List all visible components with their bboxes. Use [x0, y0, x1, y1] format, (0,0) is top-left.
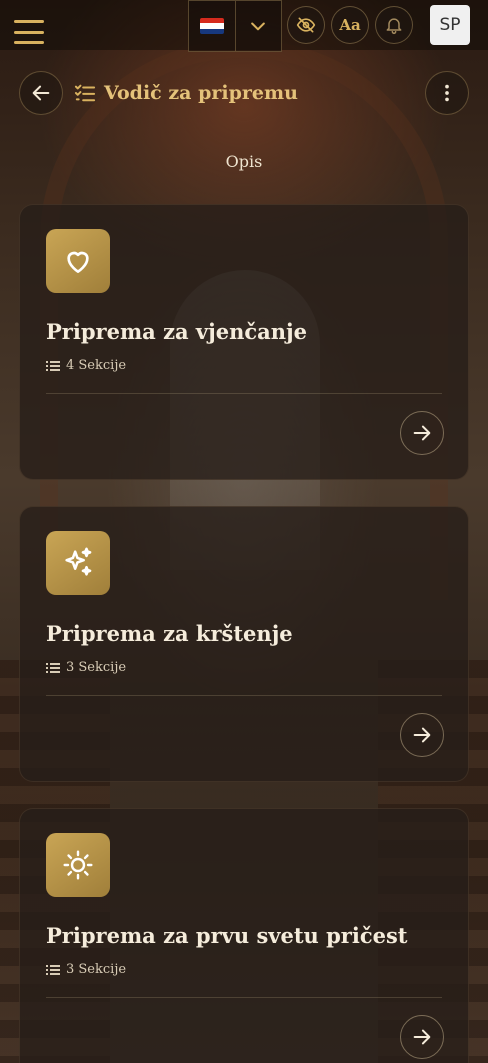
more-vertical-icon — [445, 84, 449, 102]
divider — [46, 695, 442, 696]
language-dropdown-toggle[interactable] — [236, 1, 282, 51]
font-size-label: Aa — [339, 16, 361, 34]
guide-card-open-button[interactable] — [400, 713, 444, 757]
sun-icon — [63, 850, 93, 880]
list-icon — [46, 964, 60, 975]
bell-icon — [386, 18, 402, 35]
guide-card-section-count: 3 Sekcije — [66, 962, 127, 977]
guide-card-title: Priprema za prvu svetu pričest — [46, 923, 408, 948]
more-options-button[interactable] — [425, 71, 469, 115]
arrow-right-icon — [413, 425, 431, 441]
heart-icon — [67, 251, 89, 273]
guide-card-open-button[interactable] — [400, 1015, 444, 1059]
chevron-down-icon — [251, 22, 266, 31]
croatia-flag-icon — [199, 18, 224, 34]
guide-card-meta: 4 Sekcije — [46, 358, 126, 373]
divider — [46, 393, 442, 394]
guide-card-title: Priprema za vjenčanje — [46, 319, 307, 344]
checklist-icon — [74, 84, 96, 102]
guide-card-wedding[interactable]: Priprema za vjenčanje 4 Sekcije — [19, 204, 469, 480]
avatar[interactable]: SP — [430, 5, 470, 45]
guide-card-meta: 3 Sekcije — [46, 660, 126, 675]
page-title: Vodič za pripremu — [104, 82, 298, 104]
guide-card-section-count: 4 Sekcije — [66, 358, 127, 373]
page-title-group: Vodič za pripremu — [74, 80, 298, 106]
visibility-toggle-button[interactable] — [287, 6, 325, 44]
guide-card-baptism[interactable]: Priprema za krštenje 3 Sekcije — [19, 506, 469, 782]
guide-card-icon-tile — [46, 833, 110, 897]
hamburger-icon[interactable] — [14, 20, 44, 44]
font-size-button[interactable]: Aa — [331, 6, 369, 44]
language-flag[interactable] — [189, 1, 236, 51]
sparkles-icon — [65, 547, 92, 576]
guide-card-section-count: 3 Sekcije — [66, 660, 127, 675]
language-selector[interactable] — [188, 0, 282, 52]
list-icon — [46, 360, 60, 371]
guide-card-icon-tile — [46, 229, 110, 293]
list-icon — [46, 662, 60, 673]
eye-off-icon — [296, 17, 316, 33]
arrow-left-icon — [32, 85, 50, 101]
guide-card-meta: 3 Sekcije — [46, 962, 126, 977]
divider — [46, 997, 442, 998]
guide-card-icon-tile — [46, 531, 110, 595]
page-subtitle: Opis — [225, 152, 263, 171]
guide-card-first-communion[interactable]: Priprema za prvu svetu pričest 3 Sekcije — [19, 808, 469, 1063]
top-bar: Aa SP — [0, 0, 488, 52]
back-button[interactable] — [19, 71, 63, 115]
notifications-button[interactable] — [375, 6, 413, 44]
guide-card-title: Priprema za krštenje — [46, 621, 293, 646]
guide-card-open-button[interactable] — [400, 411, 444, 455]
arrow-right-icon — [413, 1029, 431, 1045]
arrow-right-icon — [413, 727, 431, 743]
